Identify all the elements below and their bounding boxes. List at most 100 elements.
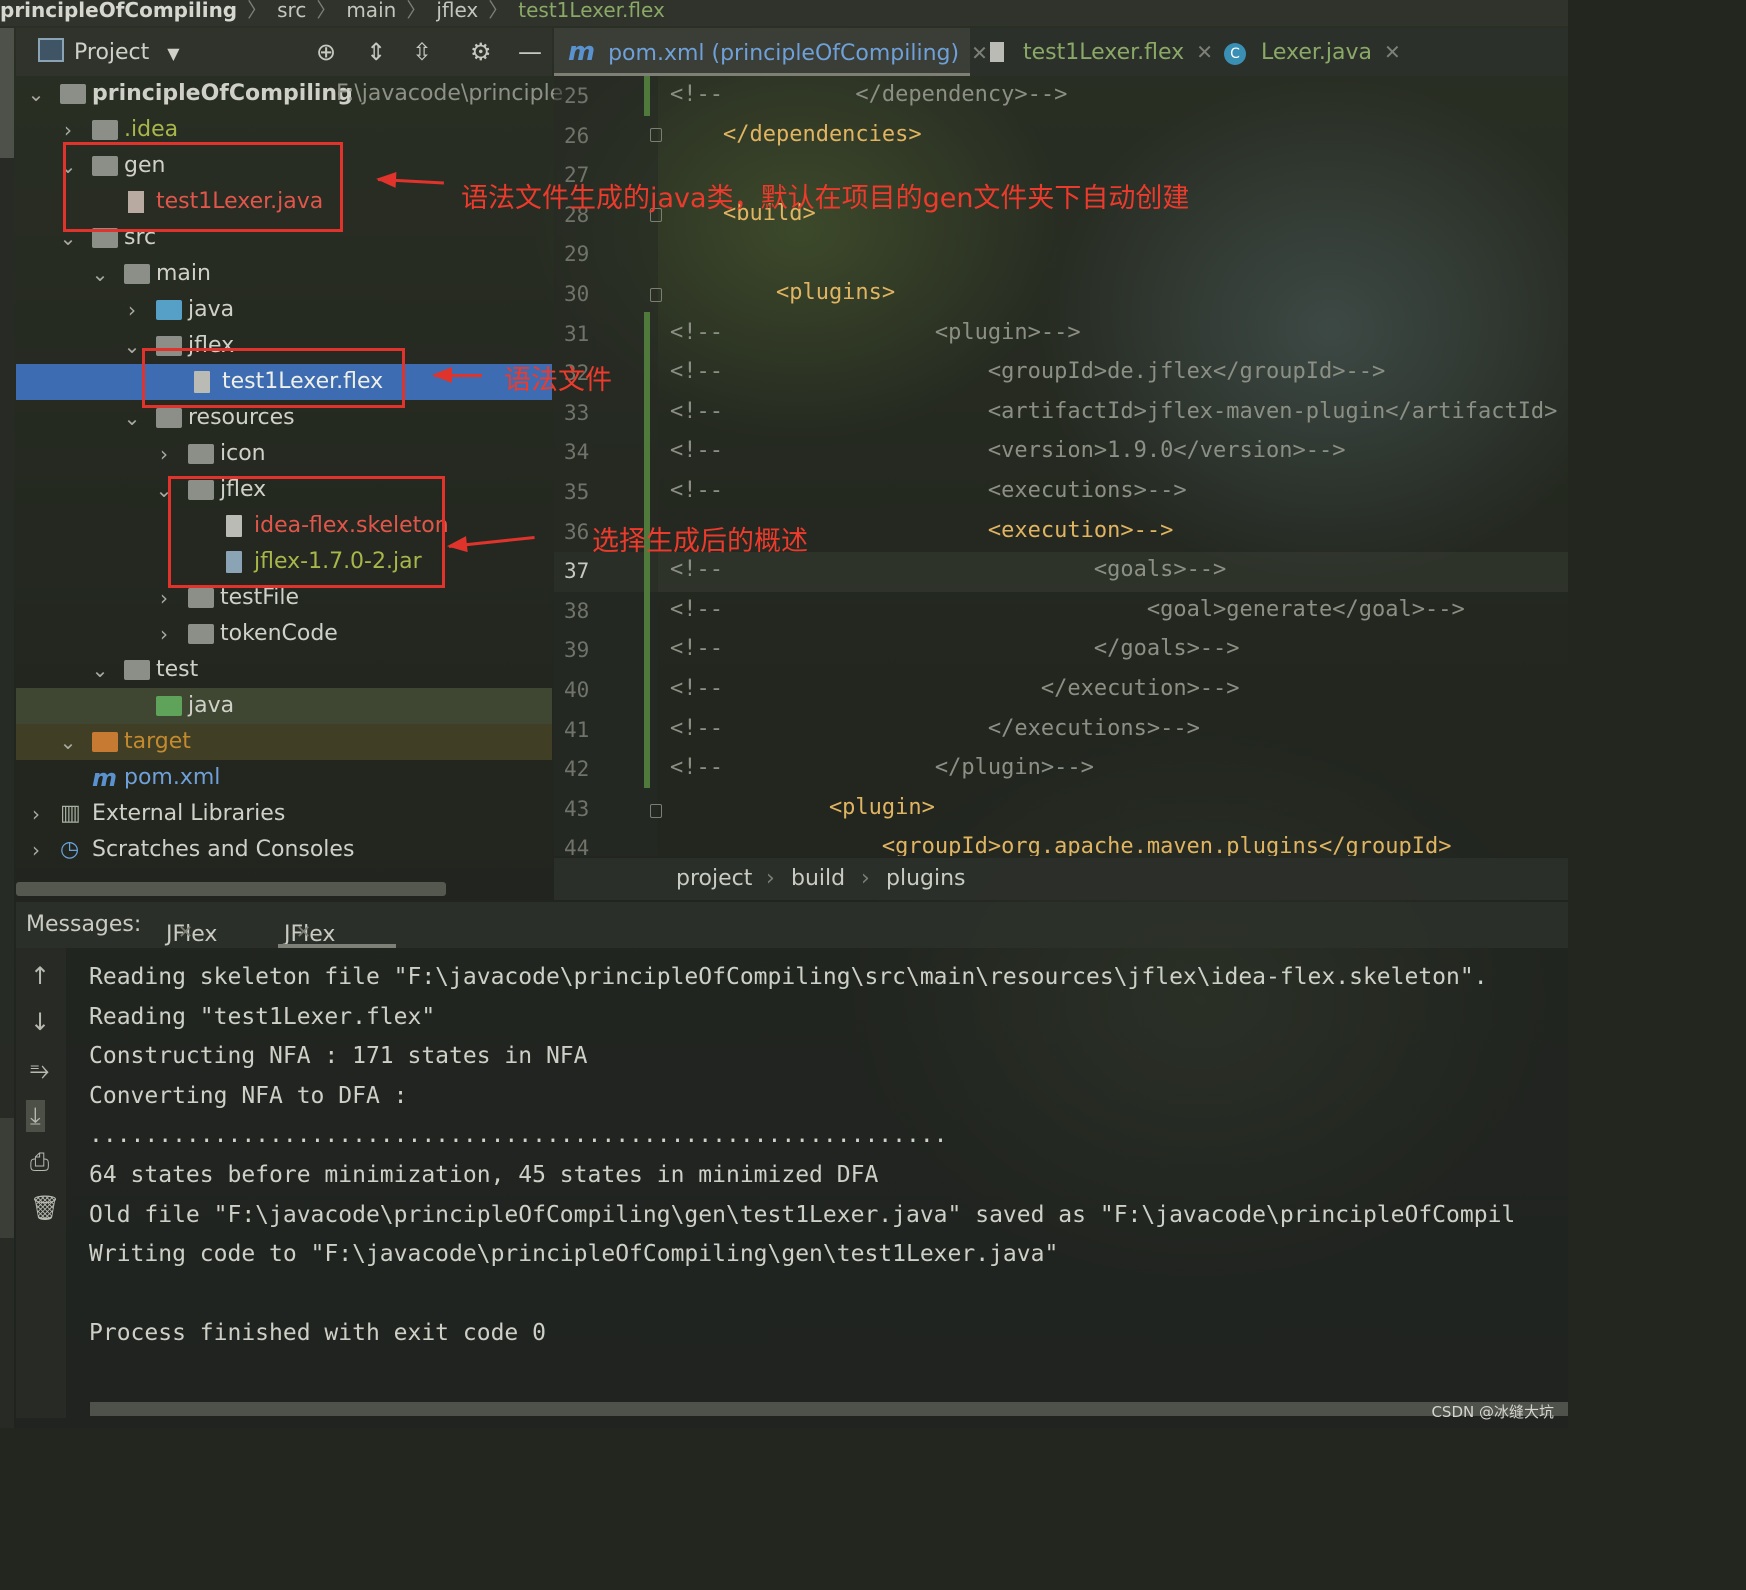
tree-item-icon[interactable]: › icon xyxy=(16,436,552,472)
tree-item-external-libraries[interactable]: › ▥ External Libraries xyxy=(16,796,552,832)
chevron-down-icon[interactable]: ⌄ xyxy=(58,724,78,760)
chevron-down-icon[interactable]: ⌄ xyxy=(122,328,142,364)
code-line: <!-- <artifactId>jflex-maven-plugin</art… xyxy=(670,398,1558,424)
class-icon: C xyxy=(1224,43,1246,65)
arrow-down-icon[interactable]: ↓ xyxy=(30,1008,50,1036)
crumb-build[interactable]: build xyxy=(791,866,845,891)
collapse-all-icon[interactable]: ⇳ xyxy=(412,38,432,66)
annotation-gen-text: 语法文件生成的java类，默认在项目的gen文件夹下自动创建 xyxy=(461,183,1190,214)
close-icon[interactable]: ✕ xyxy=(296,922,311,943)
breadcrumb-main[interactable]: main xyxy=(346,0,396,20)
tree-item-main-java[interactable]: › java xyxy=(16,292,552,328)
project-panel-header: Project ▼ ⊕ ⇕ ⇳ ⚙ — xyxy=(16,28,552,76)
chevron-right-icon[interactable]: › xyxy=(122,292,142,328)
file-icon xyxy=(990,42,1004,62)
tree-item-target[interactable]: ⌄ target xyxy=(16,724,552,760)
tree-item-pom[interactable]: m pom.xml xyxy=(16,760,552,796)
line-number: 43 xyxy=(564,796,590,821)
editor-tabs: m pom.xml (principleOfCompiling) ✕ test1L… xyxy=(554,28,1568,76)
resources-folder-icon xyxy=(156,408,182,428)
watermark: CSDN @冰缝大坑 xyxy=(1431,1403,1554,1421)
tree-item-scratches[interactable]: › ◷ Scratches and Consoles xyxy=(16,832,552,868)
line-number: 40 xyxy=(564,678,590,702)
code-line: <!-- <version>1.9.0</version>--> xyxy=(670,438,1346,464)
folder-icon xyxy=(124,264,150,284)
folder-icon xyxy=(188,624,214,644)
trash-icon[interactable]: 🗑 xyxy=(30,1194,60,1222)
tree-item-test-java[interactable]: java xyxy=(16,688,552,724)
left-tool-strip xyxy=(0,28,14,1428)
line-number: 41 xyxy=(564,717,590,742)
code-line: <!-- </execution>--> xyxy=(670,676,1240,701)
breadcrumb-project[interactable]: principleOfCompiling xyxy=(0,0,237,20)
chevron-right-icon[interactable]: › xyxy=(26,796,46,832)
close-icon[interactable]: ✕ xyxy=(1196,40,1213,64)
arrow-up-icon[interactable]: ↑ xyxy=(30,962,50,990)
breadcrumb-src[interactable]: src xyxy=(277,0,306,20)
line-number: 29 xyxy=(564,242,590,267)
expand-all-icon[interactable]: ⇕ xyxy=(366,38,386,66)
message-line: Writing code to "F:\javacode\principleOf… xyxy=(89,1241,1059,1268)
annotation-box-gen xyxy=(63,142,343,232)
code-line: <!-- <goals>--> xyxy=(670,557,1227,583)
soft-wrap-icon[interactable]: ⥱ xyxy=(30,1056,49,1084)
crumb-project[interactable]: project xyxy=(676,866,752,891)
chevron-right-icon[interactable]: › xyxy=(154,616,174,652)
chevron-down-icon[interactable]: ⌄ xyxy=(90,256,110,292)
folder-icon xyxy=(188,588,214,608)
breadcrumb-current-file[interactable]: test1Lexer.flex xyxy=(518,0,665,20)
tree-item-test[interactable]: ⌄ test xyxy=(16,652,552,688)
change-marker xyxy=(644,76,650,116)
maven-icon: m xyxy=(92,764,118,792)
chevron-down-icon[interactable]: ⌄ xyxy=(90,652,110,688)
code-line: <!-- </goals>--> xyxy=(670,636,1240,662)
test-folder-icon xyxy=(156,696,182,716)
messages-toolbar: ↑ ↓ ⥱ ⤓ ⎙ 🗑 xyxy=(16,948,66,1418)
gear-icon[interactable]: ⚙ xyxy=(470,38,492,66)
project-view-selector[interactable]: Project ▼ xyxy=(38,38,180,65)
project-horizontal-scrollbar[interactable] xyxy=(16,882,446,896)
line-number: 26 xyxy=(564,123,590,148)
tab-test1lexer-flex[interactable]: test1Lexer.flex ✕ xyxy=(990,28,1213,76)
line-number: 33 xyxy=(564,400,590,425)
chevron-down-icon[interactable]: ⌄ xyxy=(122,400,142,436)
library-icon: ▥ xyxy=(60,801,81,826)
chevron-right-icon[interactable]: › xyxy=(154,436,174,472)
line-number: 25 xyxy=(564,84,590,108)
line-number: 38 xyxy=(564,598,590,623)
print-icon[interactable]: ⎙ xyxy=(30,1148,49,1176)
crumb-plugins[interactable]: plugins xyxy=(886,866,966,891)
breadcrumb-jflex[interactable]: jflex xyxy=(436,0,478,20)
message-line: Constructing NFA : 171 states in NFA xyxy=(89,1043,588,1070)
folder-icon xyxy=(124,660,150,680)
tree-item-main[interactable]: ⌄ main xyxy=(16,256,552,292)
project-tool-tab[interactable] xyxy=(0,28,14,158)
tree-item-tokencode[interactable]: › tokenCode xyxy=(16,616,552,652)
close-icon[interactable]: ✕ xyxy=(1384,40,1401,64)
line-number: 37 xyxy=(564,559,590,584)
code-line: <!-- <plugin>--> xyxy=(670,319,1081,345)
hide-panel-icon[interactable]: — xyxy=(518,38,542,66)
close-icon[interactable]: ✕ xyxy=(971,41,988,65)
tab-lexer-java[interactable]: C Lexer.java ✕ xyxy=(1224,28,1401,76)
close-icon[interactable]: ✕ xyxy=(178,922,193,943)
message-line: Reading "test1Lexer.flex" xyxy=(89,1003,436,1030)
chevron-right-icon[interactable]: › xyxy=(26,832,46,868)
messages-header: Messages: JFlex ✕ JFlex ✕ xyxy=(16,902,1568,948)
messages-label: Messages: xyxy=(26,912,142,937)
tab-pom-xml[interactable]: m pom.xml (principleOfCompiling) ✕ xyxy=(554,28,988,76)
tree-item-root[interactable]: ⌄ principleOfCompiling F:\javacode\princ… xyxy=(16,76,564,112)
messages-output[interactable]: Reading skeleton file "F:\javacode\princ… xyxy=(66,948,1568,1406)
line-number: 34 xyxy=(564,440,590,465)
structure-tool-tab[interactable] xyxy=(0,1118,14,1238)
scroll-to-end-icon[interactable]: ⤓ xyxy=(26,1100,45,1132)
code-line: <!-- </executions>--> xyxy=(670,715,1200,741)
code-line: <!-- <groupId>de.jflex</groupId>--> xyxy=(670,359,1386,385)
editor-breadcrumbs: project › build › plugins xyxy=(554,858,1568,900)
line-number: 30 xyxy=(564,282,590,306)
folder-icon xyxy=(188,444,214,464)
chevron-down-icon[interactable]: ⌄ xyxy=(26,76,46,112)
message-line: ........................................… xyxy=(89,1122,948,1149)
locate-icon[interactable]: ⊕ xyxy=(316,38,336,66)
messages-horizontal-scrollbar[interactable] xyxy=(90,1402,1568,1416)
